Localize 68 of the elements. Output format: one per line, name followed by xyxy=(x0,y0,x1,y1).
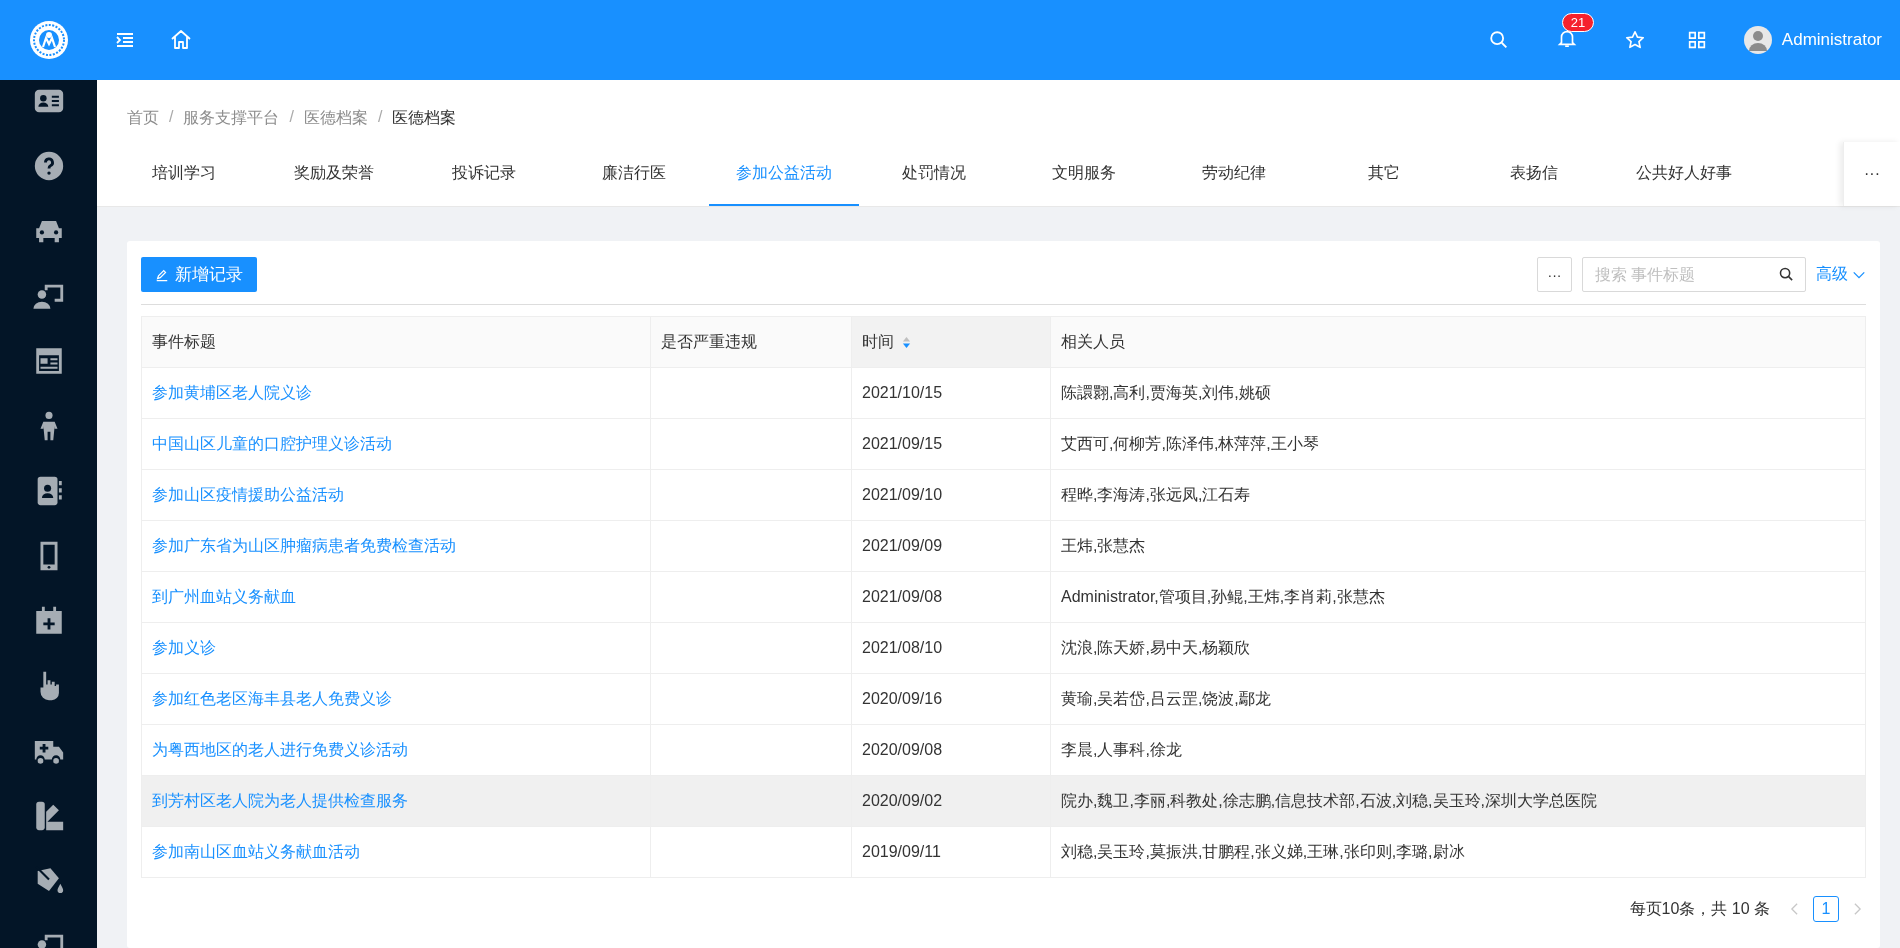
table-cell: 2020/09/16 xyxy=(851,673,1051,725)
tab[interactable]: 奖励及荣誉 xyxy=(259,142,409,206)
breadcrumb-separator: / xyxy=(169,108,174,127)
table-cell: 2021/08/10 xyxy=(851,622,1051,674)
breadcrumb-item: 医德档案 xyxy=(392,108,457,128)
table-cell: Administrator,管项目,孙鲲,王炜,李肖莉,张慧杰 xyxy=(1050,571,1866,623)
record-title-link[interactable]: 参加黄埔区老人院义诊 xyxy=(152,383,312,401)
table-cell: 院办,魏卫,李丽,科教处,徐志鹏,信息技术部,石波,刘稳,吴玉玲,深圳大学总医院 xyxy=(1050,775,1866,827)
table-cell: 2021/09/10 xyxy=(851,469,1051,521)
search-icon[interactable] xyxy=(1778,266,1795,283)
avatar-icon[interactable] xyxy=(1743,26,1772,54)
table-cell: 2021/10/15 xyxy=(851,367,1051,419)
tab[interactable]: 参加公益活动 xyxy=(709,142,859,206)
table-cell: 陈譞翾,高利,贾海英,刘伟,姚硕 xyxy=(1050,367,1866,419)
pagination-summary: 每页10条，共 10 条 xyxy=(1629,898,1770,919)
table-cell: 王炜,张慧杰 xyxy=(1050,520,1866,572)
record-title-link[interactable]: 中国山区儿童的口腔护理义诊活动 xyxy=(152,434,392,452)
tab[interactable]: 培训学习 xyxy=(109,142,259,206)
notification-badge: 21 xyxy=(1561,13,1595,32)
record-title-link[interactable]: 到芳村区老人院为老人提供检查服务 xyxy=(152,791,408,809)
table-cell: 李晨,人事科,徐龙 xyxy=(1050,724,1866,776)
page-button[interactable]: 1 xyxy=(1813,896,1839,922)
breadcrumb-item[interactable]: 首页 xyxy=(127,108,159,142)
record-title-link[interactable]: 参加红色老区海丰县老人免费义诊 xyxy=(152,689,392,707)
record-title-link[interactable]: 参加山区疫情援助公益活动 xyxy=(152,485,344,503)
record-title-link[interactable]: 参加义诊 xyxy=(152,638,216,656)
record-title-link[interactable]: 参加广东省为山区肿瘤病患者免费检查活动 xyxy=(152,536,456,554)
breadcrumb-separator: / xyxy=(289,108,294,127)
table-cell: 2020/09/08 xyxy=(851,724,1051,776)
column-header[interactable]: 时间 xyxy=(851,316,1051,368)
more-button[interactable]: ··· xyxy=(1537,257,1572,292)
table-cell: 2021/09/08 xyxy=(851,571,1051,623)
breadcrumb-item[interactable]: 医德档案 xyxy=(303,108,368,142)
home-icon[interactable] xyxy=(169,28,193,52)
tab[interactable]: 处罚情况 xyxy=(859,142,1009,206)
tab[interactable]: 文明服务 xyxy=(1009,142,1159,206)
column-header[interactable]: 相关人员 xyxy=(1050,316,1866,368)
table-cell: 2019/09/11 xyxy=(851,826,1051,878)
search-field[interactable]: 搜索 事件标题 xyxy=(1582,257,1806,292)
tab[interactable]: 劳动纪律 xyxy=(1159,142,1309,206)
column-header[interactable]: 事件标题 xyxy=(141,316,651,368)
breadcrumb-item[interactable]: 服务支撑平台 xyxy=(183,108,280,142)
breadcrumb-separator: / xyxy=(377,108,383,127)
record-title-link[interactable]: 参加南山区血站义务献血活动 xyxy=(152,842,360,860)
logo-icon xyxy=(28,20,69,60)
star-icon[interactable] xyxy=(1623,29,1646,51)
tab[interactable]: 投诉记录 xyxy=(409,142,559,206)
user-name[interactable]: Administrator xyxy=(1781,30,1882,50)
tab[interactable]: 廉洁行医 xyxy=(559,142,709,206)
tab[interactable]: 其它 xyxy=(1309,142,1459,206)
advanced-search-link[interactable]: 高级 xyxy=(1816,264,1866,285)
table-cell: 黄瑜,吴若岱,吕云罡,饶波,鄢龙 xyxy=(1050,673,1866,725)
table-cell: 程晔,李海涛,张远凤,江石寿 xyxy=(1050,469,1866,521)
table-cell: 沈浪,陈天娇,易中天,杨颖欣 xyxy=(1050,622,1866,674)
table-cell: 刘稳,吴玉玲,莫振洪,甘鹏程,张义娣,王琳,张印则,李璐,尉冰 xyxy=(1050,826,1866,878)
table-cell: 2020/09/02 xyxy=(851,775,1051,827)
table-cell: 2021/09/15 xyxy=(851,418,1051,470)
more-tabs-button[interactable]: ··· xyxy=(1843,142,1900,206)
table-cell: 艾西可,何柳芳,陈泽伟,林萍萍,王小琴 xyxy=(1050,418,1866,470)
tab[interactable]: 公共好人好事 xyxy=(1609,142,1759,206)
sort-icon[interactable] xyxy=(902,335,912,349)
add-record-button[interactable]: 新增记录 xyxy=(141,257,257,292)
record-title-link[interactable]: 到广州血站义务献血 xyxy=(152,587,296,605)
table-cell: 2021/09/09 xyxy=(851,520,1051,572)
edit-icon xyxy=(155,267,169,282)
record-title-link[interactable]: 为粤西地区的老人进行免费义诊活动 xyxy=(152,740,408,758)
tab[interactable]: 表扬信 xyxy=(1459,142,1609,206)
column-header[interactable]: 是否严重违规 xyxy=(650,316,852,368)
